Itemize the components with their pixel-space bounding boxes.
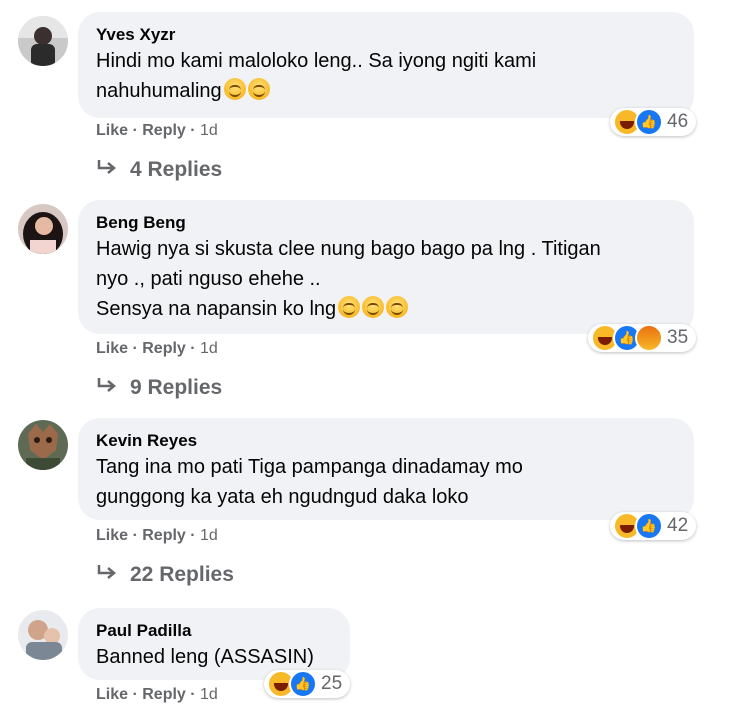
like-link[interactable]: Like bbox=[96, 340, 128, 357]
reaction-summary[interactable]: 👍 46 bbox=[610, 108, 697, 136]
comment-time[interactable]: 1d bbox=[200, 122, 218, 139]
comment-time[interactable]: 1d bbox=[200, 527, 218, 544]
replies-count[interactable]: 9 Replies bbox=[130, 376, 222, 400]
grinning-sweat-emoji-icon bbox=[386, 296, 409, 318]
comment-text: Hindi mo kami maloloko leng.. Sa iyong n… bbox=[96, 46, 676, 106]
comment-bubble: Kevin Reyes Tang ina mo pati Tiga pampan… bbox=[78, 418, 694, 520]
comment-time[interactable]: 1d bbox=[200, 686, 218, 703]
like-reaction-icon: 👍 bbox=[635, 512, 663, 540]
reaction-count: 46 bbox=[667, 111, 689, 132]
comment-text: Banned leng (ASSASIN) bbox=[96, 646, 314, 668]
reaction-count: 25 bbox=[321, 673, 343, 694]
reply-arrow-icon bbox=[96, 158, 118, 182]
view-replies[interactable]: 9 Replies bbox=[96, 376, 222, 400]
comment-author[interactable]: Beng Beng bbox=[96, 212, 676, 234]
reaction-count: 35 bbox=[667, 327, 689, 348]
comment-bubble: Yves Xyzr Hindi mo kami maloloko leng.. … bbox=[78, 12, 694, 118]
comment-actions: Like · Reply · 1d bbox=[96, 122, 218, 139]
grinning-sweat-emoji-icon bbox=[338, 296, 361, 318]
comment-actions: Like · Reply · 1d bbox=[96, 340, 218, 357]
relieved-emoji-icon bbox=[247, 78, 270, 100]
replies-count[interactable]: 4 Replies bbox=[130, 158, 222, 182]
comment-body: Hindi mo kami maloloko leng.. Sa iyong n… bbox=[96, 50, 537, 102]
comment-author[interactable]: Kevin Reyes bbox=[96, 430, 676, 452]
grinning-sweat-emoji-icon bbox=[362, 296, 385, 318]
reaction-summary[interactable]: 👍 35 bbox=[588, 324, 697, 352]
relieved-emoji-icon bbox=[223, 78, 246, 100]
comment-bubble: Beng Beng Hawig nya si skusta clee nung … bbox=[78, 200, 694, 334]
reply-link[interactable]: Reply bbox=[142, 686, 186, 703]
reaction-count: 42 bbox=[667, 515, 689, 536]
reaction-summary[interactable]: 👍 42 bbox=[610, 512, 697, 540]
comment-text: Tang ina mo pati Tiga pampanga dinadamay… bbox=[96, 456, 523, 508]
like-reaction-icon: 👍 bbox=[289, 670, 317, 698]
like-link[interactable]: Like bbox=[96, 686, 128, 703]
view-replies[interactable]: 4 Replies bbox=[96, 158, 222, 182]
reaction-summary[interactable]: 👍 25 bbox=[264, 670, 351, 698]
comment-author[interactable]: Paul Padilla bbox=[96, 620, 332, 642]
avatar[interactable] bbox=[18, 610, 68, 660]
comment-time[interactable]: 1d bbox=[200, 340, 218, 357]
comment-actions: Like · Reply · 1d bbox=[96, 686, 218, 703]
reply-link[interactable]: Reply bbox=[142, 122, 186, 139]
comment-text: Hawig nya si skusta clee nung bago bago … bbox=[96, 234, 676, 324]
like-link[interactable]: Like bbox=[96, 527, 128, 544]
angry-reaction-icon bbox=[635, 324, 663, 352]
reply-link[interactable]: Reply bbox=[142, 527, 186, 544]
reply-arrow-icon bbox=[96, 563, 118, 587]
like-reaction-icon: 👍 bbox=[635, 108, 663, 136]
comment-actions: Like · Reply · 1d bbox=[96, 527, 218, 544]
comment-author[interactable]: Yves Xyzr bbox=[96, 24, 676, 46]
view-replies[interactable]: 22 Replies bbox=[96, 563, 234, 587]
like-link[interactable]: Like bbox=[96, 122, 128, 139]
replies-count[interactable]: 22 Replies bbox=[130, 563, 234, 587]
avatar[interactable] bbox=[18, 16, 68, 66]
reply-link[interactable]: Reply bbox=[142, 340, 186, 357]
reply-arrow-icon bbox=[96, 376, 118, 400]
avatar[interactable] bbox=[18, 204, 68, 254]
avatar[interactable] bbox=[18, 420, 68, 470]
